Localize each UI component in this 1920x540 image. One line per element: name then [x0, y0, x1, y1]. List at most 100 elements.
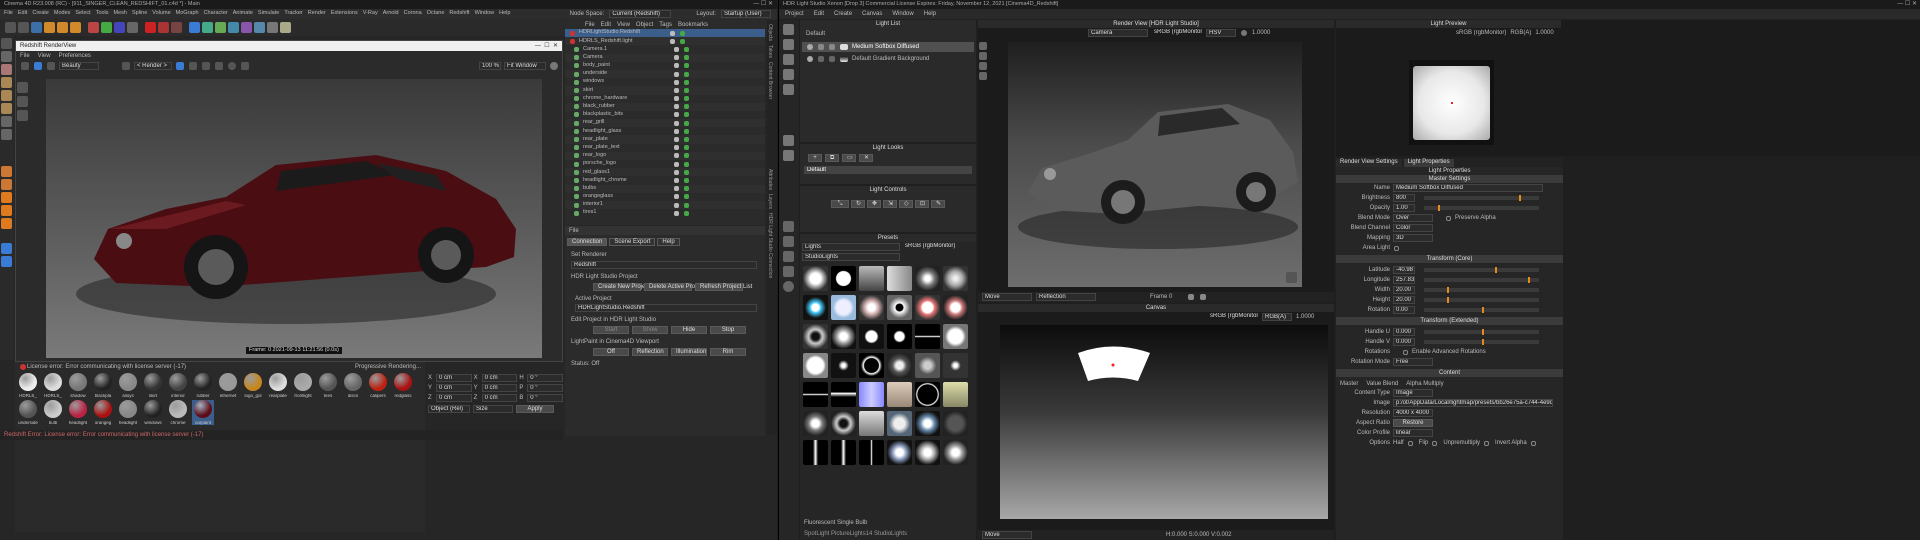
visibility-dots-icon[interactable]	[674, 128, 679, 134]
material-swatch[interactable]: rubber	[192, 373, 214, 398]
c4d-menu-item[interactable]: Extensions	[331, 11, 358, 17]
om-object-row[interactable]: rear_plate	[565, 135, 765, 144]
slider-knob[interactable]	[1481, 307, 1484, 313]
material-swatch[interactable]: underside	[17, 400, 39, 425]
rv-start-icon[interactable]	[21, 62, 29, 70]
preset-thumbnail[interactable]	[803, 353, 828, 378]
light-item-2[interactable]: Default Gradient Background	[802, 54, 974, 64]
prop-field[interactable]: 20.00	[1393, 296, 1415, 304]
hide-button[interactable]: Hide	[671, 326, 707, 334]
check-icon[interactable]	[684, 55, 689, 61]
coord-field[interactable]: 0 cm	[435, 384, 472, 392]
presets-category-select[interactable]: Lights	[802, 243, 900, 251]
look-add-button[interactable]: +	[808, 154, 822, 162]
material-swatch[interactable]: shadow	[67, 373, 89, 398]
preset-thumbnail[interactable]	[831, 324, 856, 349]
rv-circle-icon[interactable]	[228, 62, 236, 70]
preset-thumbnail[interactable]	[859, 295, 884, 320]
render-settings-icon[interactable]	[171, 22, 182, 33]
look-render-button[interactable]: ▭	[842, 154, 856, 162]
layout-select[interactable]: Startup (User)	[721, 10, 771, 18]
material-swatch[interactable]: headlight	[67, 400, 89, 425]
tab-light-properties[interactable]: Light Properties	[1403, 158, 1454, 167]
lc-scale-button[interactable]: ⇲	[883, 200, 897, 208]
preset-thumbnail[interactable]	[831, 266, 856, 291]
attr-tab-help[interactable]: Help	[657, 237, 680, 246]
om-object-row[interactable]: body_paint	[565, 62, 765, 70]
prop-field[interactable]: 0.00	[1393, 306, 1415, 314]
lp-exposure-value[interactable]: 1.0000	[1535, 30, 1553, 36]
canvas-cs-select[interactable]: sRGB (rgbMonitor)	[1208, 313, 1258, 321]
axis-x-icon[interactable]	[88, 22, 99, 33]
material-swatch[interactable]: windows	[142, 400, 164, 425]
preset-thumbnail[interactable]	[887, 353, 912, 378]
canvas-tool-icon-4[interactable]	[979, 72, 987, 80]
check-icon[interactable]	[684, 63, 689, 69]
workplane-icon[interactable]	[1, 179, 12, 190]
rv-menu-preferences[interactable]: Preferences	[59, 53, 91, 59]
scale-tool-icon[interactable]	[44, 22, 55, 33]
pen-icon[interactable]	[202, 22, 213, 33]
coord-field[interactable]: 0 °	[527, 384, 563, 392]
visibility-dots-icon[interactable]	[674, 145, 679, 151]
delete-light-icon[interactable]	[783, 69, 794, 80]
content-tab[interactable]: Value Blend	[1366, 381, 1398, 387]
preset-thumbnail[interactable]	[915, 382, 940, 407]
visibility-dots-icon[interactable]	[674, 104, 679, 110]
prop-field[interactable]: 1.00	[1393, 204, 1415, 212]
visibility-dots-icon[interactable]	[674, 79, 679, 85]
check-icon[interactable]	[684, 153, 689, 159]
prop-field[interactable]: 3D	[1393, 234, 1433, 242]
preset-thumbnail[interactable]	[859, 440, 884, 465]
undo-icon[interactable]	[5, 22, 16, 33]
visibility-icon[interactable]	[807, 56, 813, 62]
c4d-window-controls[interactable]: — ☐ ✕	[753, 1, 773, 7]
om-menu-item[interactable]: Object	[636, 22, 653, 28]
visibility-dots-icon[interactable]	[674, 161, 679, 167]
rv-stop-icon[interactable]	[1200, 294, 1207, 300]
edges-mode-icon[interactable]	[1, 90, 12, 101]
om-object-row[interactable]: windows	[565, 78, 765, 86]
refresh-project-button[interactable]: Refresh Project List	[695, 283, 752, 291]
coord-field[interactable]: 0 °	[527, 394, 563, 402]
c4d-menu-item[interactable]: Animate	[233, 11, 253, 17]
material-swatch[interactable]: ethernet	[217, 373, 239, 398]
material-swatch[interactable]: interior	[167, 373, 189, 398]
attr-tab-connection[interactable]: Connection	[567, 237, 608, 246]
looks-copy-icon[interactable]	[783, 150, 794, 161]
om-object-row[interactable]: headlight_glass	[565, 127, 765, 135]
visibility-dots-icon[interactable]	[674, 87, 679, 93]
rv-exposure-value[interactable]: 1.0000	[1252, 30, 1270, 36]
c4d-menu-item[interactable]: Character	[204, 11, 228, 17]
visibility-dots-icon[interactable]	[674, 202, 679, 208]
area-light-checkbox[interactable]	[1394, 245, 1399, 251]
slider-knob[interactable]	[1519, 195, 1522, 201]
preset-thumbnail[interactable]	[887, 266, 912, 291]
preset-list-icon[interactable]	[783, 266, 794, 277]
prop-field[interactable]: Over	[1393, 214, 1433, 222]
c4d-menu-item[interactable]: Select	[75, 11, 90, 17]
rv-ipr-icon[interactable]	[34, 62, 42, 70]
canvas-rgba-select[interactable]: RGB(A)	[1262, 312, 1292, 321]
c4d-menu-item[interactable]: Tracker	[284, 11, 302, 17]
check-icon[interactable]	[684, 137, 689, 143]
model-mode-icon[interactable]	[1, 51, 12, 62]
hdrls-menu-item[interactable]: Project	[785, 11, 804, 17]
prop-field[interactable]: p:/ot/AppData/Local/lightmap/presets/bb2…	[1393, 399, 1553, 407]
om-object-row[interactable]: bulbs	[565, 184, 765, 193]
hdrls-menu-item[interactable]: Window	[892, 11, 913, 17]
render-icon[interactable]	[158, 22, 169, 33]
rv-corner-icon[interactable]	[1286, 272, 1297, 283]
rv-window-controls[interactable]: — ☐ ✕	[535, 43, 558, 49]
prop-slider[interactable]	[1424, 339, 1539, 345]
preset-grid-icon[interactable]	[783, 251, 794, 262]
check-icon[interactable]	[684, 87, 689, 93]
side-tab-layers[interactable]: Layers	[767, 194, 773, 209]
content-tab[interactable]: Master	[1340, 381, 1358, 387]
looks-add-icon[interactable]	[783, 135, 794, 146]
master-settings-header[interactable]: Master Settings	[1336, 175, 1563, 183]
check-icon[interactable]	[684, 210, 689, 216]
lock-icon[interactable]	[818, 56, 824, 62]
texture-mode-icon[interactable]	[1, 64, 12, 75]
lc-pin-button[interactable]: ⊡	[915, 200, 929, 208]
